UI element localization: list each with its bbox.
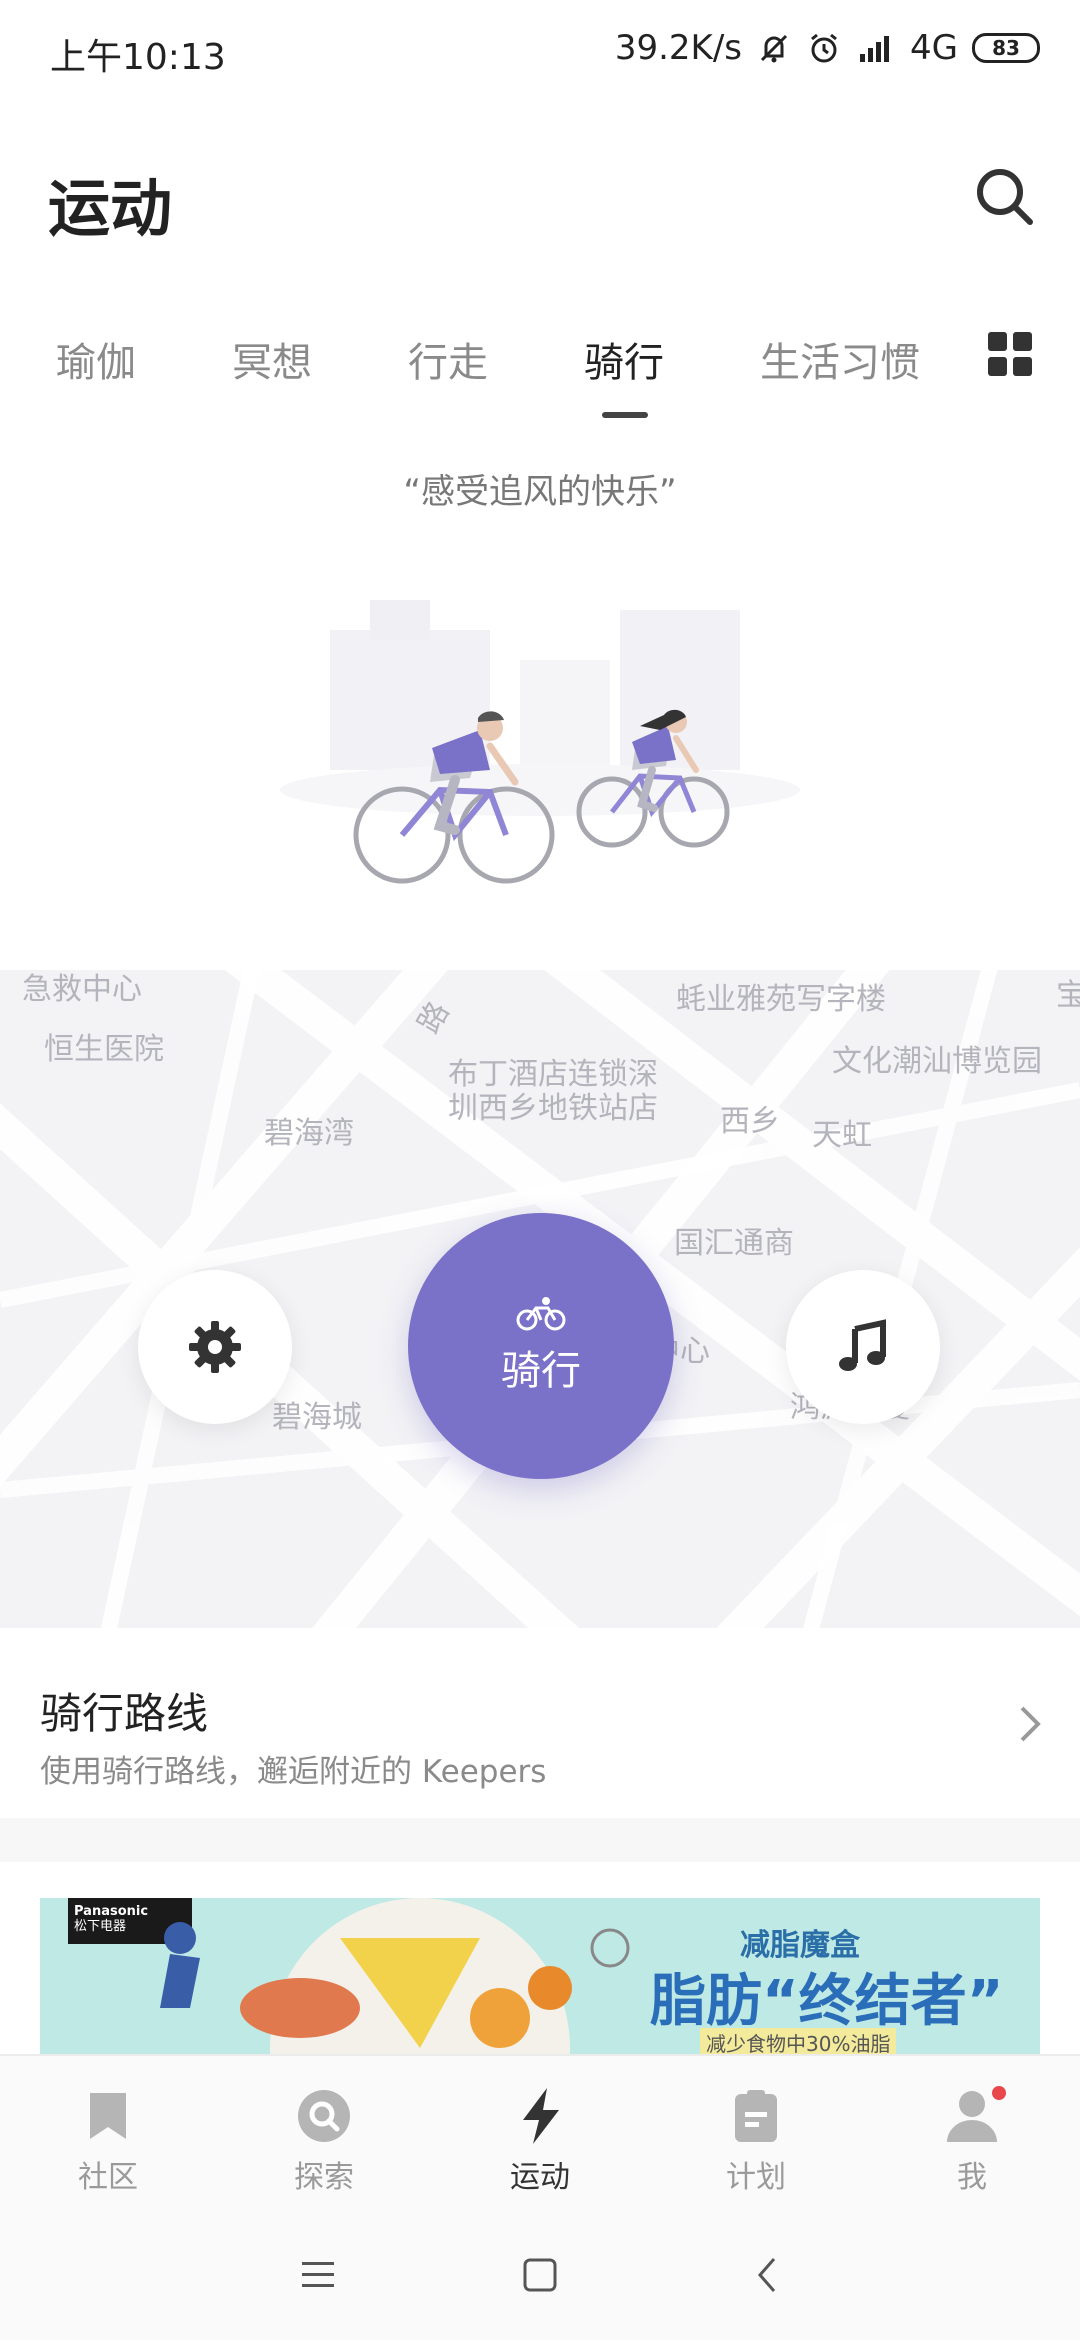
mute-bell-icon xyxy=(756,30,792,66)
tab-yoga[interactable]: 瑜伽 xyxy=(56,330,136,388)
cycling-route-row[interactable]: 骑行路线 使用骑行路线，邂逅附近的 Keepers xyxy=(0,1628,1080,1818)
tab-habits[interactable]: 生活习惯 xyxy=(760,330,920,388)
notification-dot xyxy=(992,2086,1006,2100)
status-indicators: 39.2K/s 4G 83 xyxy=(615,26,1040,70)
map-label: 急救中心 xyxy=(22,972,142,1007)
map-label: 文化潮汕博览园 xyxy=(832,1044,1042,1079)
category-tabs: 瑜伽 冥想 行走 骑行 生活习惯 xyxy=(0,320,1080,430)
gear-icon xyxy=(189,1321,241,1373)
status-bar: 上午10:13 39.2K/s 4G 83 xyxy=(0,0,1080,100)
chevron-right-icon xyxy=(1020,1706,1041,1742)
clipboard-icon xyxy=(728,2088,784,2144)
tab-meditation[interactable]: 冥想 xyxy=(232,330,312,388)
grid-icon xyxy=(988,332,1007,351)
ad-title: 脂肪“终结者” xyxy=(650,1969,1004,2034)
battery-icon: 83 xyxy=(972,33,1040,63)
map-label: 蚝业雅苑写字楼 xyxy=(676,982,886,1017)
ad-subtitle: 减少食物中30%油脂 xyxy=(700,2028,897,2056)
search-icon xyxy=(977,169,1033,225)
battery-level: 83 xyxy=(992,36,1020,60)
nav-profile[interactable]: 我 xyxy=(902,2056,1042,2212)
map-label: 宝 xyxy=(1056,978,1080,1013)
start-button-label: 骑行 xyxy=(501,1348,581,1394)
nav-community[interactable]: 社区 xyxy=(38,2056,178,2212)
nav-plan[interactable]: 计划 xyxy=(686,2056,826,2212)
food-illustration xyxy=(160,1898,630,2056)
lightning-icon xyxy=(512,2088,568,2144)
map-label: 西乡 xyxy=(720,1104,780,1139)
map-label: 天虹 xyxy=(812,1118,872,1153)
map-label: 恒生医院 xyxy=(44,1032,164,1067)
hero-banner: “感受追风的快乐” xyxy=(0,430,1080,970)
map-label: 碧海城 xyxy=(272,1400,362,1435)
map-label: 布丁酒店连锁深圳西乡地铁站店 xyxy=(448,1057,658,1126)
tab-walking[interactable]: 行走 xyxy=(408,330,488,388)
nav-label: 探索 xyxy=(294,2160,354,2195)
map-label: 碧海湾 xyxy=(264,1116,354,1151)
menu-icon[interactable] xyxy=(298,2258,338,2292)
music-button[interactable] xyxy=(786,1270,940,1424)
system-navigation xyxy=(0,2210,1080,2340)
nav-label: 社区 xyxy=(78,2160,138,2195)
person-icon xyxy=(944,2088,1000,2144)
header: 运动 xyxy=(0,140,1080,250)
nav-sports[interactable]: 运动 xyxy=(470,2056,610,2212)
search-circle-icon xyxy=(296,2088,352,2144)
tab-cycling[interactable]: 骑行 xyxy=(584,330,664,388)
network-type: 4G xyxy=(910,28,958,68)
home-square-icon[interactable] xyxy=(520,2255,560,2295)
page-title: 运动 xyxy=(48,172,173,245)
music-note-icon xyxy=(839,1319,886,1371)
bottom-navigation: 社区 探索 运动 计划 我 xyxy=(0,2054,1080,2210)
route-subtitle: 使用骑行路线，邂逅附近的 Keepers xyxy=(40,1754,547,1790)
network-speed: 39.2K/s xyxy=(614,28,743,68)
ad-banner[interactable]: Panasonic 松下电器 减脂魔盒 脂肪“终结者” 减少食物中30%油脂 xyxy=(40,1898,1040,2056)
signal-icon xyxy=(856,30,896,66)
all-categories-button[interactable] xyxy=(988,332,1032,376)
nav-explore[interactable]: 探索 xyxy=(254,2056,394,2212)
settings-button[interactable] xyxy=(138,1270,292,1424)
active-tab-indicator xyxy=(602,412,648,418)
bicycle-icon xyxy=(516,1297,566,1331)
start-cycling-button[interactable]: 骑行 xyxy=(408,1213,674,1479)
route-title: 骑行路线 xyxy=(40,1689,209,1738)
cyclists-illustration xyxy=(280,600,800,884)
nav-label: 我 xyxy=(957,2160,987,2195)
nav-label: 计划 xyxy=(726,2160,786,2195)
bookmark-icon xyxy=(80,2088,136,2144)
back-icon[interactable] xyxy=(752,2255,782,2295)
search-button[interactable] xyxy=(970,162,1040,232)
map-label: 国汇通商 xyxy=(674,1226,794,1261)
status-time: 上午10:13 xyxy=(50,37,226,78)
alarm-icon xyxy=(806,30,842,66)
nav-label: 运动 xyxy=(510,2160,570,2195)
section-divider xyxy=(0,1818,1080,1862)
